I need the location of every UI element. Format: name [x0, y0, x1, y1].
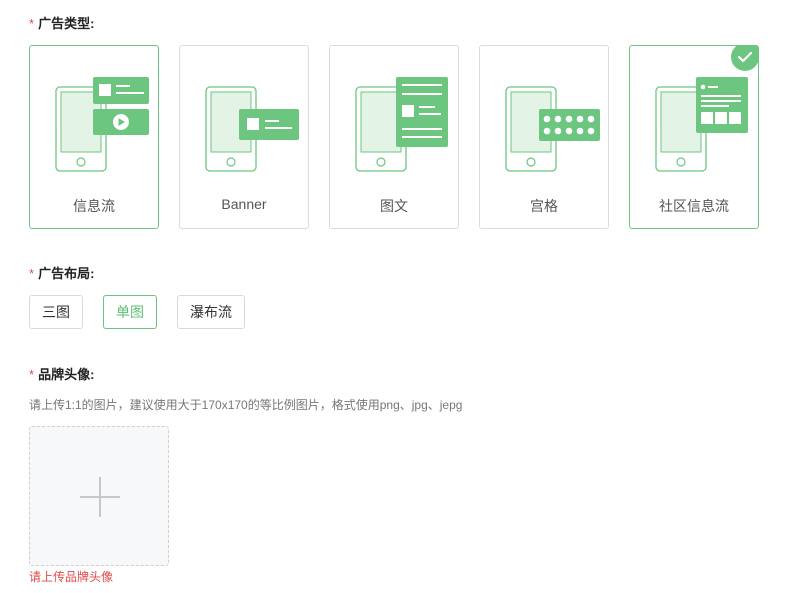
required-mark: *	[29, 266, 35, 281]
avatar-upload-button[interactable]	[29, 426, 169, 566]
ad-type-card-banner[interactable]: Banner	[179, 45, 309, 229]
ad-type-label-text: 图文	[380, 198, 408, 214]
image-text-illustration-icon	[355, 77, 448, 172]
brand-avatar-label: * 品牌头像:	[29, 367, 95, 382]
ad-type-label-text: 信息流	[73, 198, 115, 214]
ad-layout-label: * 广告布局:	[29, 266, 95, 281]
layout-three-image-button[interactable]: 三图	[29, 295, 83, 329]
upload-hint: 请上传1:1的图片，建议使用大于170x170的等比例图片，格式使用png、jp…	[29, 398, 463, 412]
ad-type-card-grid[interactable]: 宫格	[479, 45, 609, 229]
ad-type-card-feed[interactable]: 信息流	[29, 45, 159, 229]
banner-illustration-icon	[205, 86, 299, 172]
required-mark: *	[29, 367, 35, 382]
selected-check-icon	[731, 46, 758, 71]
layout-waterfall-button[interactable]: 瀑布流	[177, 295, 245, 329]
ad-type-label: * 广告类型:	[29, 16, 95, 31]
ad-type-card-image-text[interactable]: 图文	[329, 45, 459, 229]
ad-type-label-text: 宫格	[530, 198, 558, 214]
layout-single-image-button[interactable]: 单图	[103, 295, 157, 329]
grid-illustration-icon	[505, 86, 600, 172]
required-mark: *	[29, 16, 35, 31]
ad-type-label-text: 社区信息流	[659, 198, 729, 214]
upload-error-text: 请上传品牌头像	[29, 570, 114, 584]
ad-type-card-community-feed[interactable]: 社区信息流	[629, 45, 759, 229]
ad-type-label-text: Banner	[221, 196, 267, 212]
feed-illustration-icon	[55, 77, 149, 172]
